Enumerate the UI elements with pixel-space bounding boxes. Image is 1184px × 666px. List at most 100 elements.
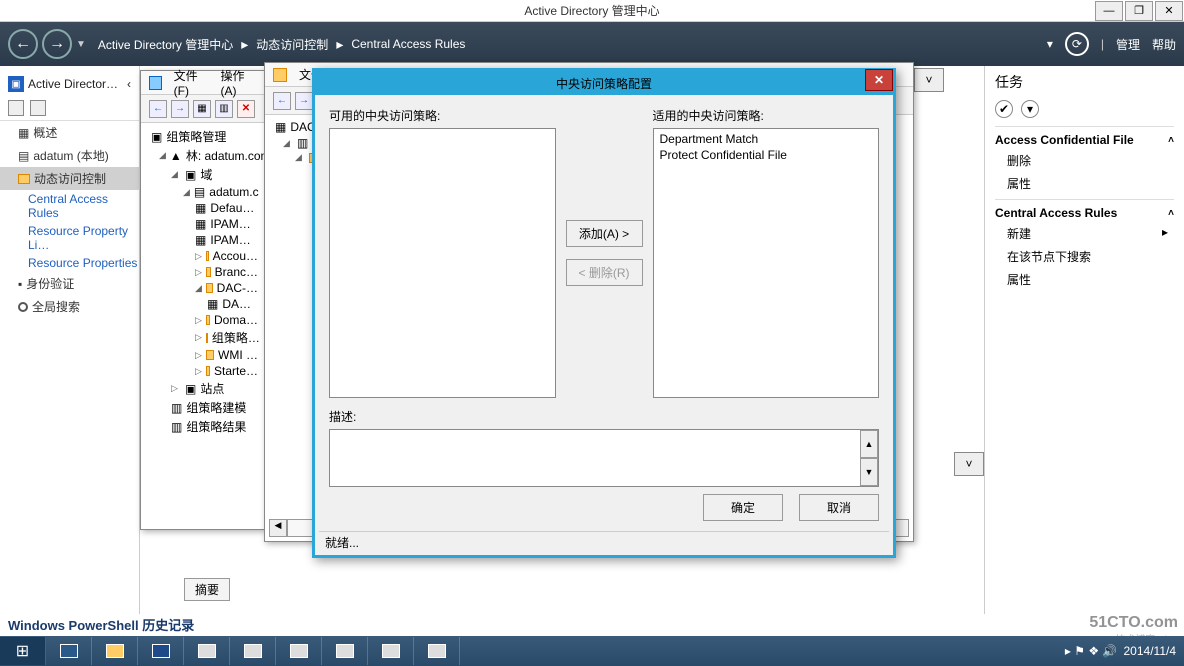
list-item[interactable]: Protect Confidential File [656, 147, 877, 163]
scroll-left-icon[interactable]: ◀ [269, 519, 287, 537]
forward-button[interactable]: → [42, 29, 72, 59]
taskbar-app[interactable] [322, 637, 368, 665]
nav-overview[interactable]: ▦概述 [0, 121, 139, 144]
add-button[interactable]: 添加(A) > [566, 220, 643, 247]
nav-dac[interactable]: 动态访问控制 [0, 167, 139, 190]
list-view-icon[interactable] [8, 100, 24, 116]
tree-ou[interactable]: ▷Doma… [147, 312, 258, 328]
task-properties-1[interactable]: 属性 [995, 172, 1174, 195]
task-delete[interactable]: 删除 [995, 149, 1174, 172]
available-listbox[interactable] [329, 128, 556, 398]
taskbar-server-manager[interactable] [46, 637, 92, 665]
tree-ou[interactable]: ▷WMI … [147, 347, 258, 363]
nav-central-access-rules[interactable]: Central Access Rules [0, 190, 139, 222]
dropdown-icon[interactable]: ▾ [1047, 37, 1053, 51]
taskbar-app[interactable] [368, 637, 414, 665]
back-button[interactable]: ← [8, 29, 38, 59]
arrow-right-icon: ▷ [195, 350, 202, 361]
taskbar-app[interactable] [414, 637, 460, 665]
chevron-up-icon: ˄ [1168, 135, 1174, 146]
taskbar-app[interactable] [184, 637, 230, 665]
collapse-down-button[interactable]: ˅ [954, 452, 984, 476]
tree-gpo[interactable]: ▦DA… [147, 296, 258, 312]
tasks-menu-icon[interactable]: ▾ [1021, 100, 1039, 118]
tree-results[interactable]: ▥组策略结果 [147, 417, 258, 436]
delete-icon[interactable]: ✕ [237, 100, 255, 118]
nav-dropdown-icon[interactable]: ▼ [76, 39, 86, 50]
applied-listbox[interactable]: Department Match Protect Confidential Fi… [653, 128, 880, 398]
search-icon [18, 302, 28, 312]
nav-resource-property-lists[interactable]: Resource Property Li… [0, 222, 139, 254]
user-icon: ▣ [8, 76, 24, 92]
start-button[interactable]: ⊞ [0, 637, 46, 665]
nav-resource-properties[interactable]: Resource Properties [0, 254, 139, 272]
back-icon[interactable]: ← [273, 92, 291, 110]
tree-root[interactable]: ▣组策略管理 [147, 127, 258, 146]
description-textbox[interactable]: ▲ ▼ [329, 429, 879, 487]
system-tray[interactable]: ▸ ⚑ ❖ 🔊 2014/11/4 [1057, 644, 1184, 658]
task-search-node[interactable]: 在该节点下搜索 [995, 245, 1174, 268]
dac-app-icon [273, 68, 287, 82]
task-new[interactable]: 新建▸ [995, 222, 1174, 245]
tree-forest[interactable]: ◢▲林: adatum.com [147, 146, 258, 165]
taskbar-app[interactable] [230, 637, 276, 665]
breadcrumb: Active Directory 管理中心 ▸ 动态访问控制 ▸ Central… [98, 36, 465, 53]
nav-adatum[interactable]: ▤adatum (本地) [0, 144, 139, 167]
back-icon[interactable]: ← [149, 100, 167, 118]
section-access-confidential[interactable]: Access Confidential File˄ [995, 126, 1174, 149]
forward-icon[interactable]: → [295, 92, 313, 110]
taskbar-app[interactable] [276, 637, 322, 665]
arrow-down-icon: ◢ [159, 150, 166, 161]
breadcrumb-root[interactable]: Active Directory 管理中心 [98, 36, 233, 53]
summary-tab-button[interactable]: 摘要 [184, 578, 230, 601]
tray-icons[interactable]: ▸ ⚑ ❖ 🔊 [1065, 644, 1117, 658]
tasks-action-icon[interactable]: ✔ [995, 100, 1013, 118]
task-properties-2[interactable]: 属性 [995, 268, 1174, 291]
expand-down-button[interactable]: ˅ [914, 68, 944, 92]
scroll-down-icon[interactable]: ▼ [860, 458, 878, 486]
section-central-access-rules[interactable]: Central Access Rules˄ [995, 199, 1174, 222]
ok-button[interactable]: 确定 [703, 494, 783, 521]
tree-modeling[interactable]: ▥组策略建模 [147, 398, 258, 417]
breadcrumb-2[interactable]: Central Access Rules [351, 37, 465, 51]
tree-sites[interactable]: ▷▣站点 [147, 379, 258, 398]
nav-global-search[interactable]: 全局搜索 [0, 295, 139, 318]
pin-icon[interactable]: ‹ [127, 77, 131, 91]
taskbar-explorer[interactable] [92, 637, 138, 665]
forward-icon[interactable]: → [171, 100, 189, 118]
tree-ou[interactable]: ▷Branc… [147, 264, 258, 280]
folder-icon [18, 174, 30, 184]
list-item[interactable]: Department Match [656, 131, 877, 147]
tree-gpo[interactable]: ▦Defau… [147, 200, 258, 216]
nav-auth[interactable]: ▪身份验证 [0, 272, 139, 295]
tree-gpo[interactable]: ▦IPAM… [147, 216, 258, 232]
close-button[interactable]: ✕ [1155, 1, 1183, 21]
taskbar-powershell[interactable] [138, 637, 184, 665]
menu-file[interactable]: 文件(F) [174, 67, 209, 98]
refresh-icon[interactable]: ⟳ [1065, 32, 1089, 56]
minimize-button[interactable]: — [1095, 1, 1123, 21]
maximize-button[interactable]: ❐ [1125, 1, 1153, 21]
help-link[interactable]: 帮助 [1152, 36, 1176, 53]
tree-gpo[interactable]: ▦IPAM… [147, 232, 258, 248]
tree-domains[interactable]: ◢▣域 [147, 165, 258, 184]
domains-icon: ▣ [185, 168, 196, 182]
dialog-close-button[interactable]: ✕ [865, 69, 893, 91]
refresh-icon[interactable]: ▥ [215, 100, 233, 118]
tree-ou[interactable]: ▷Starte… [147, 363, 258, 379]
manage-link[interactable]: 管理 [1116, 36, 1140, 53]
gpmc-toolbar: ← → ▦ ▥ ✕ [141, 95, 264, 123]
up-icon[interactable]: ▦ [193, 100, 211, 118]
gpo-icon: ▦ [195, 217, 206, 231]
menu-action[interactable]: 操作(A) [221, 67, 256, 98]
tree-domain[interactable]: ◢▤adatum.c [147, 184, 258, 200]
tree-ou-dac[interactable]: ◢DAC-… [147, 280, 258, 296]
powershell-history-label[interactable]: Windows PowerShell 历史记录 [8, 615, 1176, 634]
tree-ou[interactable]: ▷组策略… [147, 328, 258, 347]
remove-button[interactable]: < 删除(R) [566, 259, 643, 286]
scroll-up-icon[interactable]: ▲ [860, 430, 878, 458]
tree-view-icon[interactable] [30, 100, 46, 116]
breadcrumb-1[interactable]: 动态访问控制 [256, 36, 328, 53]
tree-ou[interactable]: ▷Accou… [147, 248, 258, 264]
cancel-button[interactable]: 取消 [799, 494, 879, 521]
